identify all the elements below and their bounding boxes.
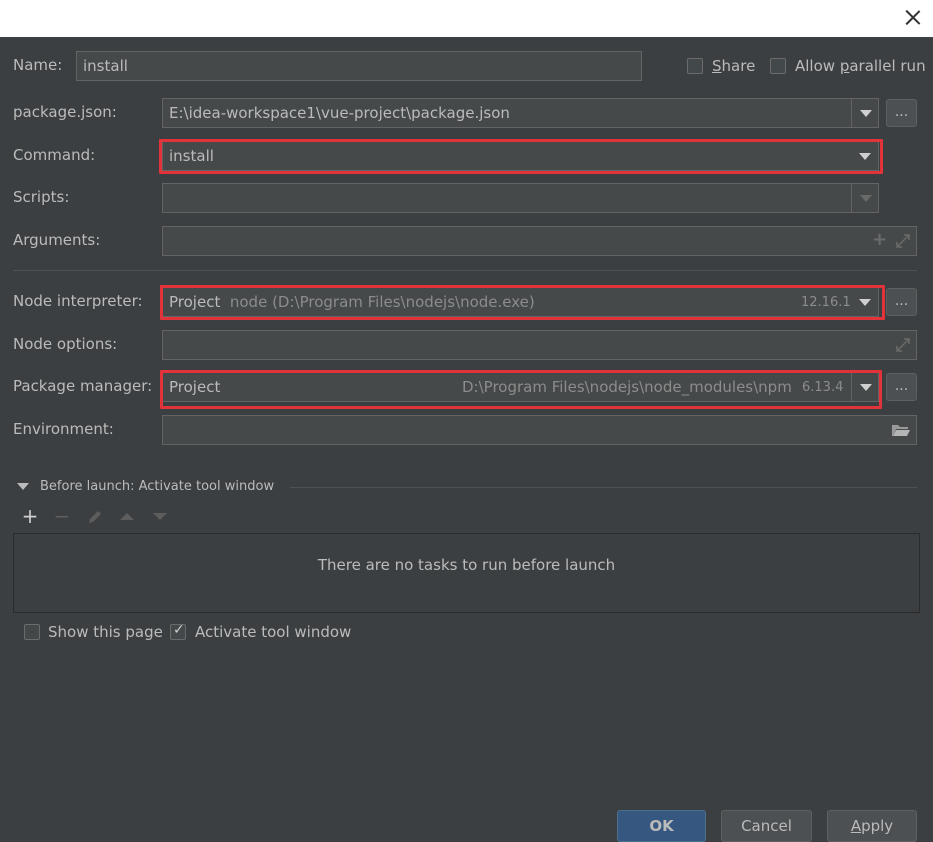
scripts-combo[interactable] — [162, 183, 879, 213]
arguments-label: Arguments: — [13, 231, 101, 249]
environment-label: Environment: — [13, 420, 114, 438]
collapse-triangle-icon[interactable] — [17, 483, 29, 490]
before-launch-title: Before launch: Activate tool window — [40, 479, 275, 494]
name-label: Name: — [13, 56, 63, 74]
node-options-label: Node options: — [13, 335, 118, 353]
name-value: install — [83, 57, 128, 75]
parallel-run-label: Allow parallel run — [795, 57, 926, 75]
apply-button[interactable]: Apply — [827, 810, 917, 842]
separator — [13, 270, 917, 271]
chevron-down-icon — [860, 110, 872, 117]
node-options-input[interactable] — [162, 330, 917, 360]
expand-icon[interactable] — [895, 337, 911, 353]
empty-tasks-message: There are no tasks to run before launch — [317, 556, 616, 574]
title-bar — [0, 0, 933, 37]
show-page-checkbox[interactable] — [24, 624, 40, 640]
share-checkbox[interactable] — [687, 58, 703, 74]
folder-icon[interactable] — [891, 422, 911, 438]
move-up-icon[interactable] — [120, 513, 134, 520]
before-launch-task-list[interactable]: There are no tasks to run before launch — [13, 533, 920, 613]
package-json-combo[interactable]: E:\idea-workspace1\vue-project\package.j… — [162, 98, 879, 128]
activate-tool-window-label: Activate tool window — [195, 623, 352, 641]
add-task-icon[interactable]: + — [20, 506, 40, 526]
package-manager-browse-button[interactable]: ... — [886, 373, 917, 401]
node-interpreter-browse-button[interactable]: ... — [886, 288, 917, 316]
cancel-button[interactable]: Cancel — [721, 810, 812, 842]
command-highlight — [159, 139, 883, 174]
node-interpreter-highlight — [160, 285, 885, 320]
command-label: Command: — [13, 146, 96, 164]
package-manager-highlight — [160, 370, 882, 409]
package-json-value: E:\idea-workspace1\vue-project\package.j… — [169, 104, 510, 122]
share-label: Share — [712, 57, 756, 75]
package-json-browse-button[interactable]: ... — [886, 99, 917, 127]
before-launch-separator — [290, 487, 917, 488]
close-icon[interactable] — [905, 9, 921, 25]
package-json-dropdown[interactable] — [851, 99, 878, 127]
environment-input[interactable] — [162, 415, 917, 445]
node-interpreter-label: Node interpreter: — [13, 292, 143, 310]
edit-task-icon[interactable] — [86, 508, 104, 526]
ok-button[interactable]: OK — [617, 810, 706, 842]
package-manager-label: Package manager: — [13, 377, 153, 395]
activate-tool-window-checkbox[interactable] — [170, 622, 186, 640]
chevron-down-icon — [860, 195, 872, 202]
expand-icon[interactable] — [895, 233, 911, 249]
name-input[interactable]: install — [76, 51, 642, 81]
package-json-label: package.json: — [13, 103, 117, 121]
scripts-label: Scripts: — [13, 188, 70, 206]
remove-task-icon[interactable]: − — [52, 506, 72, 526]
arguments-input[interactable]: + — [162, 226, 917, 256]
scripts-dropdown[interactable] — [851, 184, 878, 212]
add-icon[interactable]: + — [872, 229, 887, 250]
move-down-icon[interactable] — [153, 513, 167, 520]
parallel-run-checkbox[interactable] — [770, 58, 786, 74]
show-page-label: Show this page — [48, 623, 163, 641]
